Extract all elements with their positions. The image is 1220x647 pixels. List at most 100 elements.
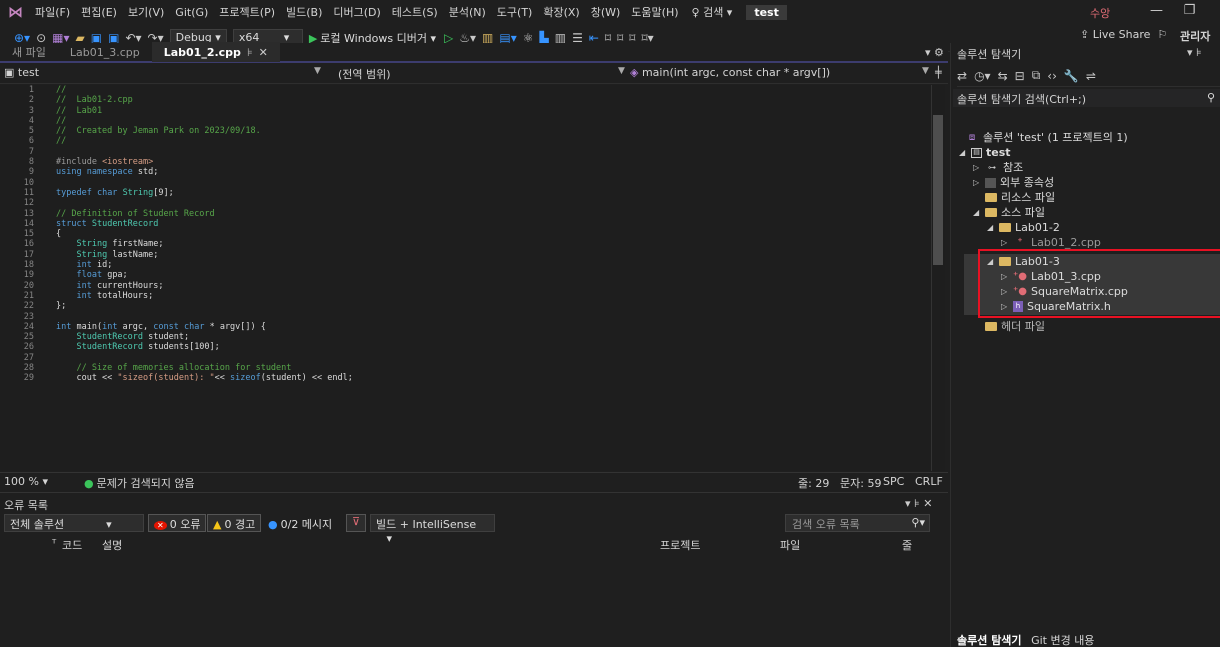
tab-solution-explorer[interactable]: 솔루션 탐색기	[957, 634, 1022, 647]
error-search-input[interactable]: 검색 오류 목록 ⚲▾	[785, 514, 930, 532]
tree-solution[interactable]: ⧈ 솔루션 'test' (1 프로젝트의 1)	[965, 130, 1128, 145]
restore-icon[interactable]: ❐	[1184, 3, 1196, 18]
menu-help[interactable]: 도움말(H)	[631, 4, 678, 20]
menu-tools[interactable]: 도구(T)	[497, 4, 533, 20]
tree-lab01-2-cpp[interactable]: ▷ ⁺ Lab01_2.cpp	[1001, 235, 1101, 250]
solution-search-input[interactable]: 솔루션 탐색기 검색(Ctrl+;) ⚲	[953, 89, 1220, 107]
code-line[interactable]: 4 //	[0, 116, 931, 126]
admin-badge[interactable]: 관리자	[1180, 28, 1210, 44]
code-line[interactable]: 10	[0, 178, 931, 188]
menu-file[interactable]: 파일(F)	[35, 4, 70, 20]
panel-controls[interactable]: ▾ ⊧ ✕	[905, 497, 932, 510]
tab-new-file[interactable]: 새 파일	[0, 42, 58, 62]
code-line[interactable]: 29 cout << "sizeof(student): "<< sizeof(…	[0, 373, 931, 383]
menu-debug[interactable]: 디버그(D)	[333, 4, 380, 20]
pin-icon[interactable]: ⊧	[247, 46, 253, 59]
collapsed-arrow-icon[interactable]: ▷	[973, 160, 985, 175]
zoom-level[interactable]: 100 % ▾	[4, 475, 48, 488]
code-line[interactable]: 14 struct StudentRecord	[0, 219, 931, 229]
tree-resource-files[interactable]: 리소스 파일	[985, 190, 1055, 205]
filter-icon[interactable]: ⊽	[346, 514, 366, 532]
code-line[interactable]: 9 using namespace std;	[0, 167, 931, 177]
split-editor-icon[interactable]: ╪	[935, 66, 942, 79]
history-icon[interactable]: ◷▾	[974, 69, 991, 83]
scope-nav-dropdown[interactable]: (전역 범위)	[338, 66, 391, 82]
tree-lab01-2[interactable]: ◢ Lab01-2	[987, 220, 1060, 235]
settings-icon[interactable]: ⚙	[934, 46, 944, 59]
scope-select[interactable]: 전체 솔루션 ▾	[4, 514, 144, 532]
menu-test[interactable]: 테스트(S)	[392, 4, 438, 20]
code-line[interactable]: 16 String firstName;	[0, 239, 931, 249]
code-line[interactable]: 19 float gpa;	[0, 270, 931, 280]
code-line[interactable]: 25 StudentRecord student;	[0, 332, 931, 342]
line-indicator[interactable]: 줄: 29	[798, 475, 829, 491]
project-nav-dropdown[interactable]: ▣ test	[4, 66, 39, 79]
menu-build[interactable]: 빌드(B)	[286, 4, 322, 20]
column-indicator[interactable]: 문자: 59	[840, 475, 881, 491]
code-line[interactable]: 24 int main(int argc, const char * argv[]…	[0, 322, 931, 332]
tree-project[interactable]: ◢ ▤ test	[959, 145, 1011, 160]
chevron-down-icon[interactable]: ▼	[314, 66, 321, 76]
code-line[interactable]: 17 String lastName;	[0, 250, 931, 260]
code-view-icon[interactable]: ‹›	[1047, 69, 1057, 83]
tree-external-deps[interactable]: ▷ 외부 종속성	[973, 175, 1054, 190]
menu-project[interactable]: 프로젝트(P)	[219, 4, 275, 20]
code-line[interactable]: 23	[0, 312, 931, 322]
code-line[interactable]: 26 StudentRecord students[100];	[0, 342, 931, 352]
code-line[interactable]: 12	[0, 198, 931, 208]
code-line[interactable]: 8 #include <iostream>	[0, 157, 931, 167]
expanded-arrow-icon[interactable]: ◢	[959, 145, 971, 160]
user-account[interactable]: 수앙	[1090, 5, 1110, 21]
search-icon[interactable]: ⚲▾	[911, 516, 925, 529]
code-line[interactable]: 22};	[0, 301, 931, 311]
tree-references[interactable]: ▷ ⊶ 참조	[973, 160, 1023, 175]
chevron-down-icon[interactable]: ▼	[922, 66, 929, 76]
show-all-files-icon[interactable]: ⧉	[1032, 68, 1041, 83]
sync-icon[interactable]: ⇄	[957, 69, 967, 83]
code-line[interactable]: 7	[0, 147, 931, 157]
errors-filter-button[interactable]: ✕ 0 오류	[148, 514, 207, 532]
menu-edit[interactable]: 편집(E)	[81, 4, 117, 20]
window-controls[interactable]: — ❐	[1150, 3, 1195, 18]
close-icon[interactable]: ✕	[259, 46, 268, 59]
column-line[interactable]: 줄	[902, 537, 912, 553]
column-description[interactable]: 설명	[102, 537, 122, 553]
code-line[interactable]: 18 int id;	[0, 260, 931, 270]
panel-controls[interactable]: ▾ ⊧	[1187, 46, 1202, 59]
column-project[interactable]: 프로젝트	[660, 537, 700, 553]
code-line[interactable]: 21 int totalHours;	[0, 291, 931, 301]
messages-filter-button[interactable]: ● 0/2 메시지	[268, 516, 332, 532]
code-line[interactable]: 1 //	[0, 85, 931, 95]
whitespace-indicator[interactable]: SPC	[883, 475, 904, 488]
code-line[interactable]: 6 //	[0, 136, 931, 146]
menu-git[interactable]: Git(G)	[175, 6, 208, 19]
minimize-icon[interactable]: —	[1150, 3, 1163, 18]
code-editor[interactable]: 1 // 2 // Lab01-2.cpp 3 // Lab01 4 // 5 // Create…	[0, 85, 931, 471]
tree-header-files[interactable]: 헤더 파일	[985, 319, 1045, 334]
collapse-all-icon[interactable]: ⊟	[1015, 69, 1025, 83]
tab-lab01-3[interactable]: Lab01_3.cpp	[58, 42, 152, 62]
issues-indicator[interactable]: ● 문제가 검색되지 않음	[84, 475, 195, 491]
expanded-arrow-icon[interactable]: ◢	[987, 220, 999, 235]
preview-icon[interactable]: ⇌	[1086, 69, 1096, 83]
code-line[interactable]: 15 {	[0, 229, 931, 239]
code-line[interactable]: 20 int currentHours;	[0, 281, 931, 291]
code-line[interactable]: 11 typedef char String[9];	[0, 188, 931, 198]
menu-window[interactable]: 창(W)	[591, 4, 621, 20]
expanded-arrow-icon[interactable]: ◢	[973, 205, 985, 220]
tab-list-dropdown[interactable]: ▾ ⚙	[925, 46, 944, 59]
member-nav-dropdown[interactable]: ◈ main(int argc, const char * argv[])	[630, 66, 830, 79]
line-ending-indicator[interactable]: CRLF	[915, 475, 943, 488]
feedback-icon[interactable]: ⚐	[1157, 28, 1167, 41]
collapsed-arrow-icon[interactable]: ▷	[1001, 235, 1013, 250]
code-line[interactable]: 13 // Definition of Student Record	[0, 209, 931, 219]
editor-scrollbar-thumb[interactable]	[933, 115, 943, 265]
code-line[interactable]: 28 // Size of memories allocation for st…	[0, 363, 931, 373]
collapsed-arrow-icon[interactable]: ▷	[973, 175, 985, 190]
source-select[interactable]: 빌드 + IntelliSense ▾	[370, 514, 495, 545]
search-menu[interactable]: ♀ 검색 ▾	[692, 4, 733, 20]
search-icon[interactable]: ⚲	[1207, 91, 1215, 104]
pending-changes-icon[interactable]: ⇆	[998, 69, 1008, 83]
tree-source-files[interactable]: ◢ 소스 파일	[973, 205, 1045, 220]
menu-analyze[interactable]: 분석(N)	[449, 4, 486, 20]
